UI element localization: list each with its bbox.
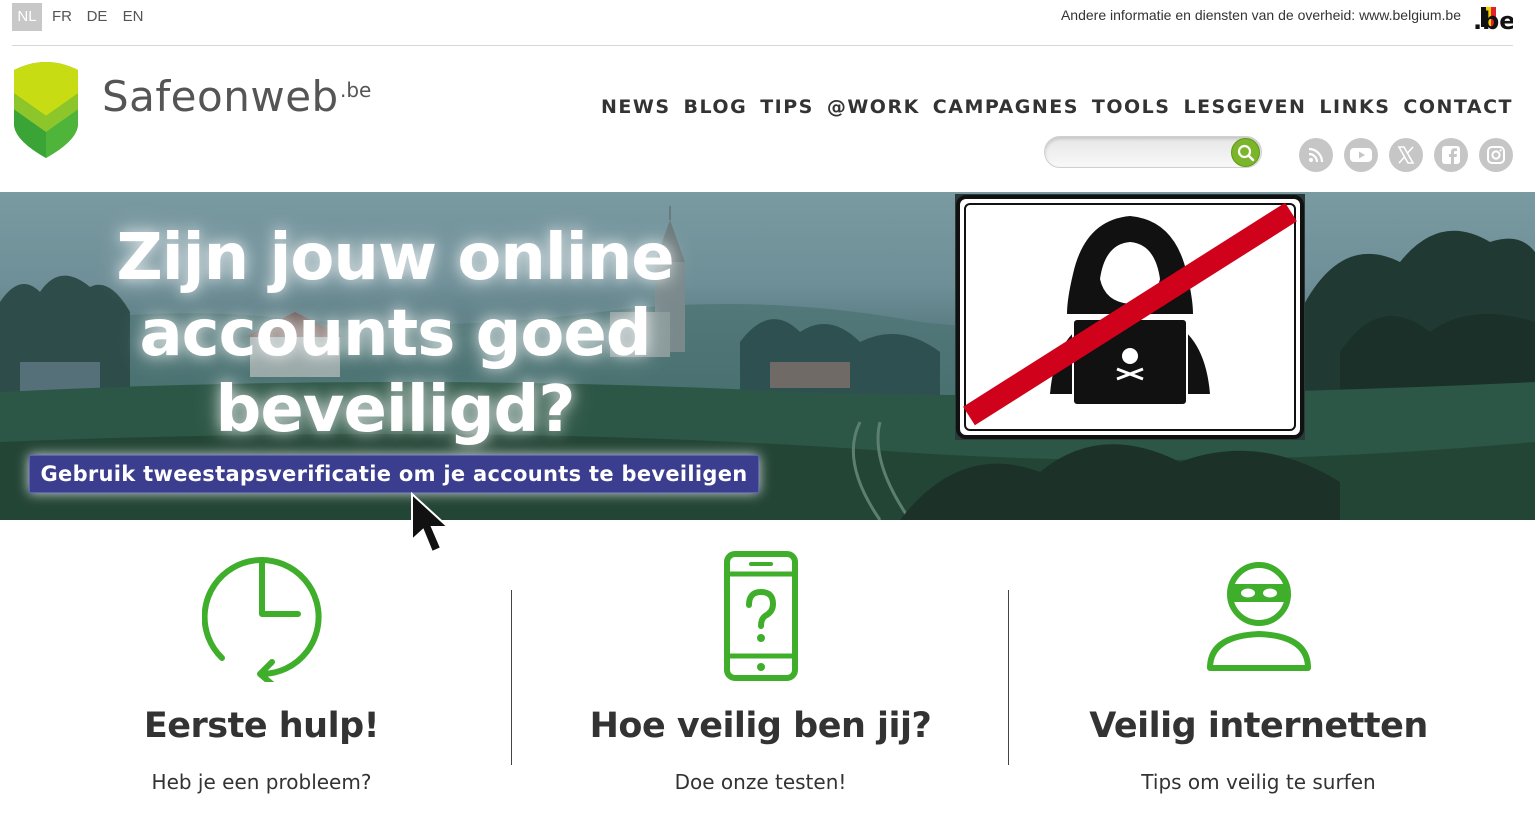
top-bar: NL FR DE EN Andere informatie en dienste… [12,0,1513,46]
nav-contact[interactable]: CONTACT [1403,96,1513,118]
feature-subtitle: Heb je een probleem? [151,770,372,794]
government-info: Andere informatie en diensten van de ove… [1061,7,1461,23]
facebook-button[interactable] [1434,138,1468,172]
search-input[interactable] [1057,141,1227,163]
nav-news[interactable]: NEWS [601,96,671,118]
feature-hoe-veilig[interactable]: Hoe veilig ben jij? Doe onze testen! [512,548,1009,794]
belgium-link[interactable]: www.belgium.be [1359,7,1461,23]
main-navigation: NEWS BLOG TIPS @WORK CAMPAGNES TOOLS LES… [601,96,1513,118]
safeonweb-logo-icon[interactable] [12,58,80,160]
feature-subtitle: Doe onze testen! [674,770,847,794]
facebook-icon [1442,146,1460,164]
instagram-icon [1487,146,1505,164]
hero-banner[interactable]: Zijn jouw online accounts goed beveiligd… [0,192,1535,520]
feature-veilig-internetten[interactable]: Veilig internetten Tips om veilig te sur… [1010,548,1507,794]
nav-campagnes[interactable]: CAMPAGNES [933,96,1079,118]
feature-title[interactable]: Eerste hulp! [13,706,510,746]
government-info-text: Andere informatie en diensten van de ove… [1060,7,1360,23]
feature-divider [1008,590,1009,765]
brand-name[interactable]: Safeonweb [102,72,339,121]
search-icon [1237,144,1254,161]
language-fr[interactable]: FR [50,3,74,31]
rss-button[interactable] [1299,138,1333,172]
feature-eerste-hulp[interactable]: Eerste hulp! Heb je een probleem? [13,548,510,794]
youtube-button[interactable] [1344,138,1378,172]
instagram-button[interactable] [1479,138,1513,172]
hero-title-line-2: accounts goed [139,297,651,371]
brand-suffix: .be [340,78,372,102]
nav-lesgeven[interactable]: LESGEVEN [1183,96,1306,118]
x-button[interactable] [1389,138,1423,172]
clock-icon [201,557,322,682]
nav-blog[interactable]: BLOG [684,96,748,118]
nav-tips[interactable]: TIPS [760,96,814,118]
rss-icon [1308,147,1324,163]
nav-links[interactable]: LINKS [1319,96,1390,118]
language-de[interactable]: DE [84,3,110,31]
svg-text:.be: .be [1473,7,1513,34]
language-en[interactable]: EN [120,3,146,31]
hero-cta-button[interactable]: Gebruik tweestapsverificatie om je accou… [29,455,759,493]
no-hacker-sign-image [955,194,1305,440]
x-icon [1397,146,1415,164]
search-box [1044,136,1262,168]
feature-subtitle: Tips om veilig te surfen [1141,770,1376,794]
belgium-be-logo[interactable]: .be [1473,2,1513,34]
feature-title[interactable]: Veilig internetten [1010,706,1507,746]
feature-title[interactable]: Hoe veilig ben jij? [512,706,1009,746]
youtube-icon [1350,148,1372,162]
masked-person-icon [1206,562,1311,671]
hero-title-line-1: Zijn jouw online [116,221,674,295]
language-nl[interactable]: NL [12,3,42,31]
nav-work[interactable]: @WORK [827,96,920,118]
nav-tools[interactable]: TOOLS [1092,96,1171,118]
phone-question-icon [723,551,798,681]
hero-title-line-3: beveiligd? [215,373,576,447]
search-button[interactable] [1231,138,1260,167]
hero-title: Zijn jouw online accounts goed beveiligd… [100,220,690,448]
